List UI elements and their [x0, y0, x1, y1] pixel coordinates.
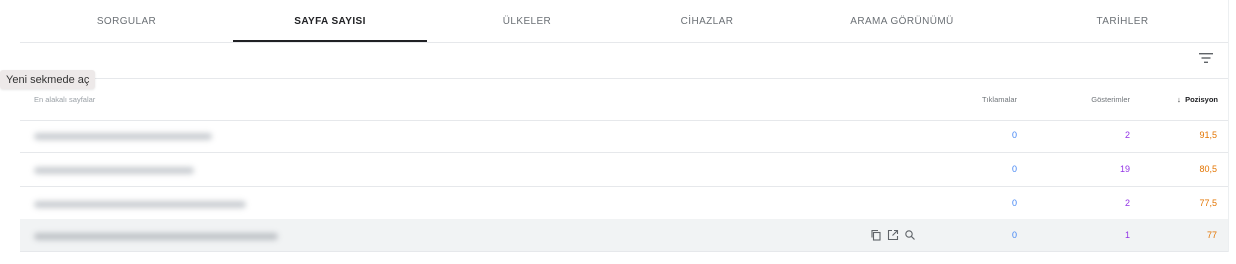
header-impressions[interactable]: Gösterimler: [1060, 95, 1130, 104]
row-position: 77: [1206, 230, 1217, 240]
row-impressions: 2: [1124, 198, 1130, 208]
table-row[interactable]: 0 2 77,5: [20, 187, 1228, 221]
row-impressions: 19: [1119, 164, 1130, 174]
header-top-pages: En alakalı sayfalar: [34, 95, 96, 104]
row-clicks: 0: [1011, 164, 1017, 174]
page-url[interactable]: [34, 233, 278, 240]
tab-devices[interactable]: CİHAZLAR: [627, 0, 787, 42]
filter-icon[interactable]: [1198, 50, 1214, 66]
page-url[interactable]: [34, 201, 246, 208]
sort-descending-icon: ↓: [1177, 95, 1181, 104]
performance-panel: SORGULAR SAYFA SAYISI ÜLKELER CİHAZLAR A…: [20, 0, 1229, 252]
header-clicks[interactable]: Tıklamalar: [957, 95, 1017, 104]
tab-dates[interactable]: TARİHLER: [1017, 0, 1228, 42]
row-position: 77,5: [1199, 198, 1217, 208]
page-url[interactable]: [34, 167, 194, 174]
row-position: 80,5: [1199, 164, 1217, 174]
row-clicks: 0: [1011, 198, 1017, 208]
row-actions: [870, 228, 916, 241]
row-impressions: 2: [1124, 130, 1130, 140]
open-in-new-icon[interactable]: [887, 228, 899, 241]
page-url[interactable]: [34, 133, 212, 140]
tab-bar: SORGULAR SAYFA SAYISI ÜLKELER CİHAZLAR A…: [20, 0, 1228, 43]
tab-search-appearance[interactable]: ARAMA GÖRÜNÜMÜ: [787, 0, 1017, 42]
header-position[interactable]: ↓ Pozisyon: [1150, 95, 1218, 104]
row-clicks: 0: [1011, 130, 1017, 140]
active-tab-indicator: [233, 40, 427, 42]
search-icon[interactable]: [904, 228, 916, 240]
tab-queries[interactable]: SORGULAR: [20, 0, 233, 42]
tab-countries[interactable]: ÜLKELER: [427, 0, 627, 42]
copy-icon[interactable]: [870, 228, 882, 241]
tab-pages[interactable]: SAYFA SAYISI: [233, 0, 427, 42]
row-impressions: 1: [1124, 230, 1130, 240]
row-position: 91,5: [1199, 130, 1217, 140]
table-row-hovered[interactable]: 0 1 77: [20, 219, 1228, 252]
header-position-label: Pozisyon: [1185, 95, 1218, 104]
row-clicks: 0: [1011, 230, 1017, 240]
table-row[interactable]: 0 19 80,5: [20, 153, 1228, 187]
open-in-new-tab-tooltip: Yeni sekmede aç: [0, 70, 96, 89]
table-row[interactable]: 0 2 91,5: [20, 119, 1228, 153]
table-header: En alakalı sayfalar Tıklamalar Gösteriml…: [20, 78, 1228, 121]
